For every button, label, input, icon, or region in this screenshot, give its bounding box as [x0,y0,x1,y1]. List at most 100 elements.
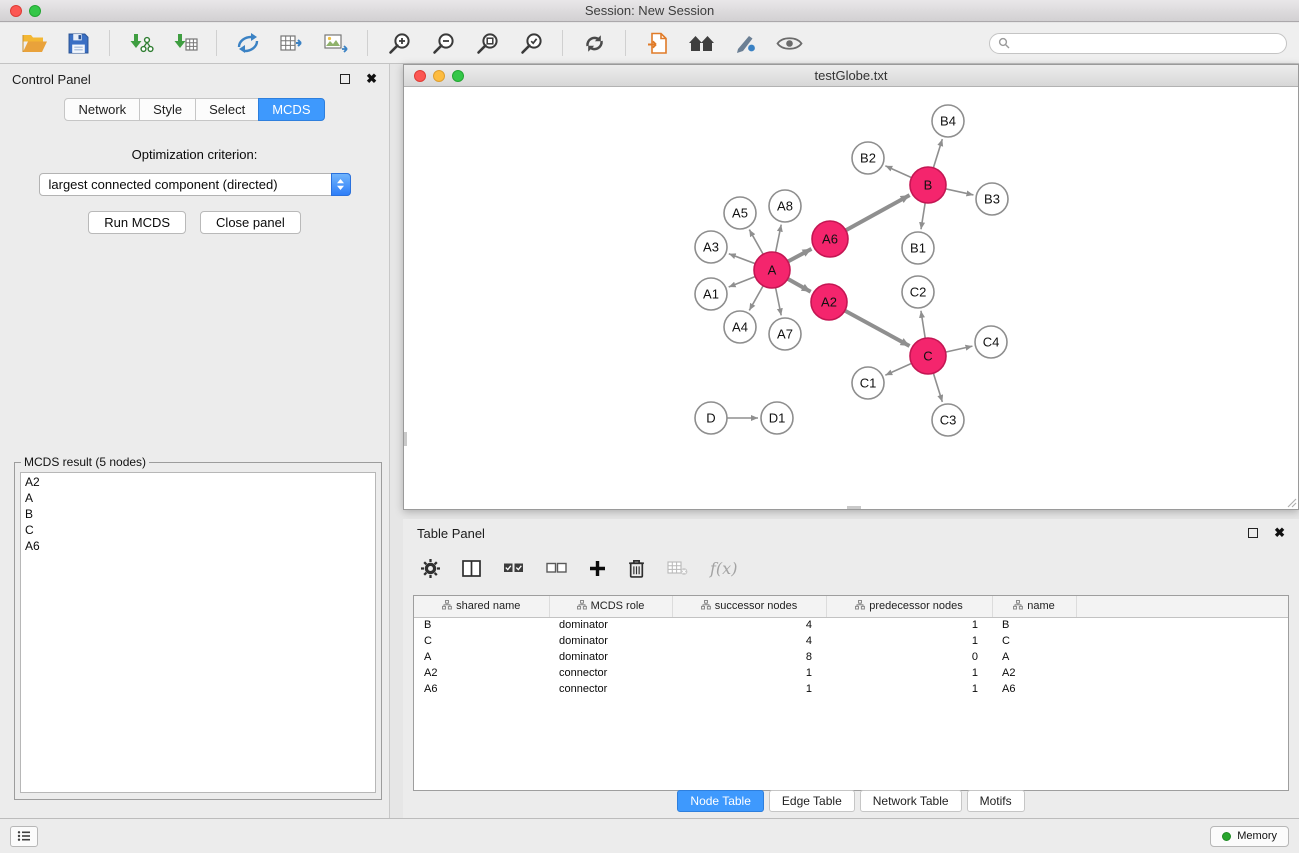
import-table-button[interactable] [168,27,202,59]
table-cell[interactable]: B [992,617,1076,633]
tab-edge-table[interactable]: Edge Table [769,790,855,812]
table-row[interactable]: Cdominator41C [414,633,1288,649]
table-cell[interactable]: A [414,649,549,665]
export-network-button[interactable] [231,27,265,59]
result-item[interactable]: A6 [25,538,371,554]
table-cell[interactable]: 1 [672,665,826,681]
memory-button[interactable]: Memory [1210,826,1289,847]
graph-node-A3[interactable]: A3 [695,231,727,263]
graph-node-A7[interactable]: A7 [769,318,801,350]
float-panel-icon[interactable] [340,74,350,84]
table-cell[interactable]: dominator [549,633,672,649]
table-cell[interactable]: 1 [826,633,992,649]
graph-node-C3[interactable]: C3 [932,404,964,436]
search-box[interactable] [989,33,1287,54]
run-mcds-button[interactable]: Run MCDS [88,211,186,234]
close-panel-button[interactable]: Close panel [200,211,301,234]
close-panel-icon[interactable]: ✖ [366,74,377,84]
column-header-MCDS-role[interactable]: MCDS role [549,596,672,617]
tab-select[interactable]: Select [195,98,259,121]
tab-mcds[interactable]: MCDS [258,98,324,121]
graph-node-C4[interactable]: C4 [975,326,1007,358]
result-item[interactable]: B [25,506,371,522]
zoom-selected-button[interactable] [514,27,548,59]
zoom-fit-button[interactable] [470,27,504,59]
table-cell[interactable]: 1 [826,617,992,633]
graph-node-A8[interactable]: A8 [769,190,801,222]
search-input[interactable] [1015,36,1278,50]
mcds-result-list[interactable]: A2ABCA6 [20,472,376,793]
table-row[interactable]: A2connector11A2 [414,665,1288,681]
network-canvas[interactable]: B4B2BB3A5A8A6B1A3AC2A1A2A4A7C4CC1C3DD1 [404,87,1298,509]
close-window-button[interactable] [10,5,22,17]
graph-node-A1[interactable]: A1 [695,278,727,310]
table-cell[interactable]: A2 [992,665,1076,681]
zoom-in-button[interactable] [382,27,416,59]
delete-table-button[interactable] [667,561,688,576]
style-brush-button[interactable] [728,27,762,59]
function-builder-button[interactable]: f(x) [710,559,737,578]
table-row[interactable]: Adominator80A [414,649,1288,665]
table-cell[interactable]: A6 [414,681,549,697]
column-header-successor-nodes[interactable]: successor nodes [672,596,826,617]
float-table-panel-icon[interactable] [1248,528,1258,538]
table-cell[interactable]: connector [549,665,672,681]
graph-node-B3[interactable]: B3 [976,183,1008,215]
add-column-button[interactable] [589,560,606,577]
apply-layout-button[interactable] [577,27,611,59]
table-cell[interactable]: 4 [672,633,826,649]
node-table[interactable]: shared nameMCDS rolesuccessor nodesprede… [413,595,1289,791]
select-all-rows-button[interactable] [503,561,524,575]
graph-node-A4[interactable]: A4 [724,311,756,343]
export-image-button[interactable] [319,27,353,59]
table-cell[interactable]: connector [549,681,672,697]
table-cell[interactable]: A6 [992,681,1076,697]
tab-node-table[interactable]: Node Table [677,790,764,812]
tab-motifs[interactable]: Motifs [967,790,1025,812]
table-cell[interactable]: 1 [672,681,826,697]
result-item[interactable]: A [25,490,371,506]
column-header-name[interactable]: name [992,596,1076,617]
table-cell[interactable]: C [992,633,1076,649]
column-header-shared-name[interactable]: shared name [414,596,549,617]
table-cell[interactable]: 1 [826,681,992,697]
table-cell[interactable]: C [414,633,549,649]
graph-node-A2[interactable]: A2 [811,284,847,320]
zoom-out-button[interactable] [426,27,460,59]
table-cell[interactable]: 1 [826,665,992,681]
graph-node-A[interactable]: A [754,252,790,288]
column-visibility-button[interactable] [462,560,481,577]
table-cell[interactable]: A [992,649,1076,665]
task-history-button[interactable] [10,826,38,847]
network-window-titlebar[interactable]: testGlobe.txt [404,65,1298,87]
zoom-window-button[interactable] [29,5,41,17]
graph-node-D1[interactable]: D1 [761,402,793,434]
table-cell[interactable]: B [414,617,549,633]
graph-node-D[interactable]: D [695,402,727,434]
import-style-button[interactable] [640,27,674,59]
graph-node-B4[interactable]: B4 [932,105,964,137]
graph-node-C[interactable]: C [910,338,946,374]
deselect-all-rows-button[interactable] [546,561,567,575]
graph-node-B[interactable]: B [910,167,946,203]
table-settings-button[interactable] [421,559,440,578]
network-minimize-button[interactable] [433,70,445,82]
export-table-button[interactable] [275,27,309,59]
criterion-dropdown[interactable]: largest connected component (directed) [39,173,351,196]
close-table-panel-icon[interactable]: ✖ [1274,528,1285,538]
result-item[interactable]: A2 [25,474,371,490]
tab-network[interactable]: Network [64,98,140,121]
network-close-button[interactable] [414,70,426,82]
table-cell[interactable]: 4 [672,617,826,633]
network-zoom-button[interactable] [452,70,464,82]
delete-column-button[interactable] [628,559,645,578]
graph-node-C1[interactable]: C1 [852,367,884,399]
graph-node-B1[interactable]: B1 [902,232,934,264]
result-item[interactable]: C [25,522,371,538]
graphics-details-button[interactable] [772,27,806,59]
table-row[interactable]: Bdominator41B [414,617,1288,633]
show-all-networks-button[interactable] [684,27,718,59]
graph-node-A6[interactable]: A6 [812,221,848,257]
table-cell[interactable]: dominator [549,649,672,665]
graph-node-C2[interactable]: C2 [902,276,934,308]
